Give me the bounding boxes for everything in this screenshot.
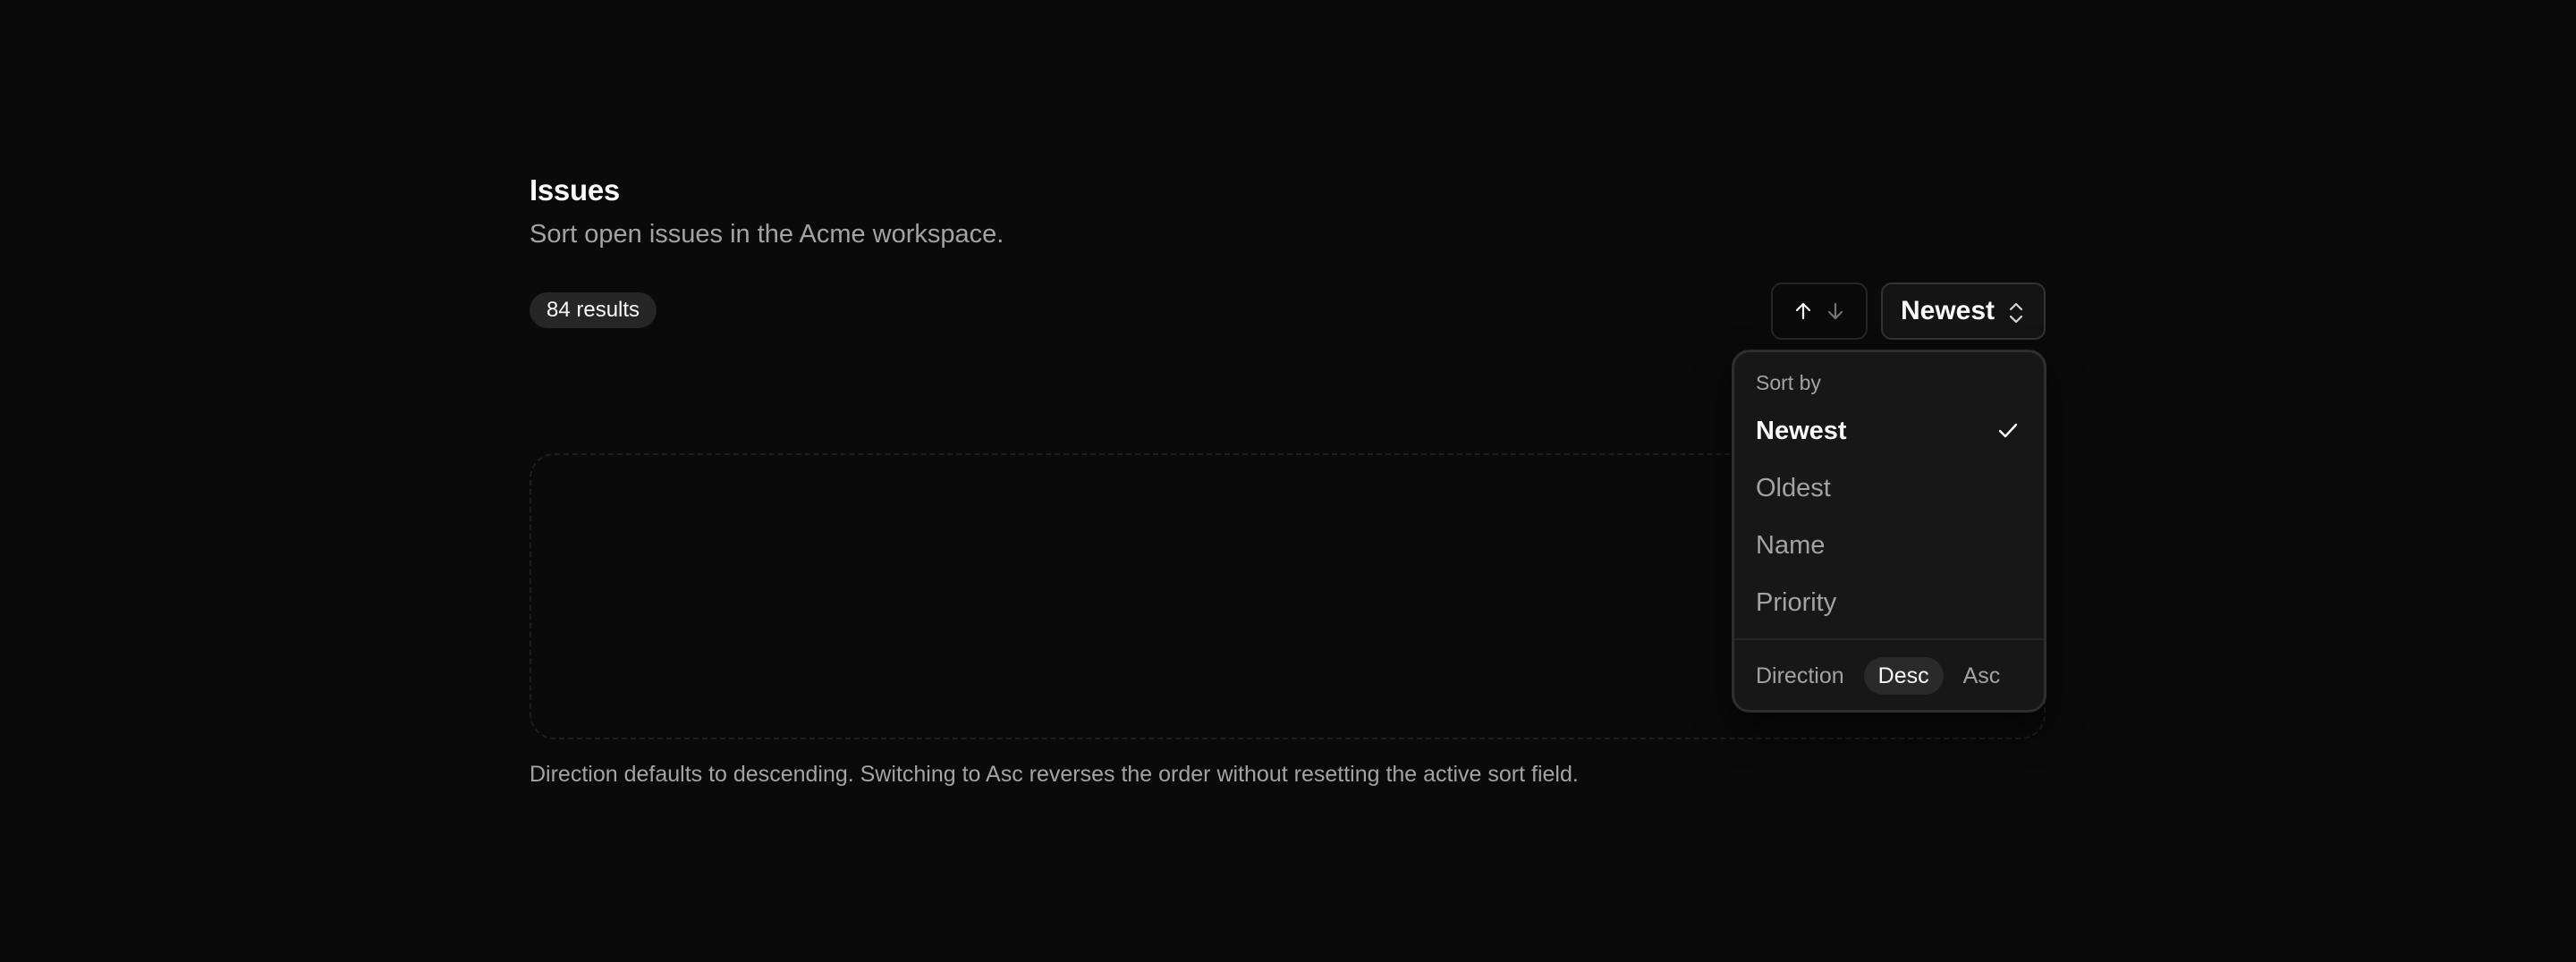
menu-divider — [1734, 638, 2044, 640]
check-icon — [1998, 423, 2018, 438]
sort-option-label: Name — [1756, 530, 1826, 560]
sort-option-name[interactable]: Name — [1756, 520, 2022, 570]
sort-select-value: Newest — [1901, 296, 1996, 325]
sort-option-oldest[interactable]: Oldest — [1756, 463, 2022, 513]
sort-option-label: Oldest — [1756, 473, 1831, 502]
sort-option-newest[interactable]: Newest — [1756, 406, 2022, 456]
direction-label: Direction — [1756, 662, 1844, 688]
direction-asc-option[interactable]: Asc — [1949, 657, 2015, 695]
issues-page: Issues Sort open issues in the Acme work… — [0, 0, 2576, 962]
sort-direction-toggle[interactable] — [1771, 283, 1868, 340]
sort-option-label: Priority — [1756, 587, 1837, 617]
sort-dropdown-menu: Sort by Newest Oldest Name Priority Dire… — [1732, 350, 2046, 713]
sort-option-priority[interactable]: Priority — [1756, 578, 2022, 628]
page-title: Issues — [530, 173, 620, 207]
sort-option-label: Newest — [1756, 416, 1847, 445]
page-subtitle: Sort open issues in the Acme workspace. — [530, 220, 1004, 249]
menu-section-label: Sort by — [1756, 371, 1821, 394]
arrow-up-icon — [1795, 302, 1811, 320]
sort-select-trigger[interactable]: Newest — [1881, 283, 2046, 340]
results-count-badge: 84 results — [530, 292, 657, 328]
direction-desc-option[interactable]: Desc — [1863, 657, 1944, 695]
direction-row: Direction Desc Asc — [1756, 656, 2014, 696]
chevrons-up-down-icon — [2009, 302, 2023, 324]
direction-hint: Direction defaults to descending. Switch… — [530, 762, 1579, 787]
arrow-down-icon — [1827, 302, 1843, 320]
